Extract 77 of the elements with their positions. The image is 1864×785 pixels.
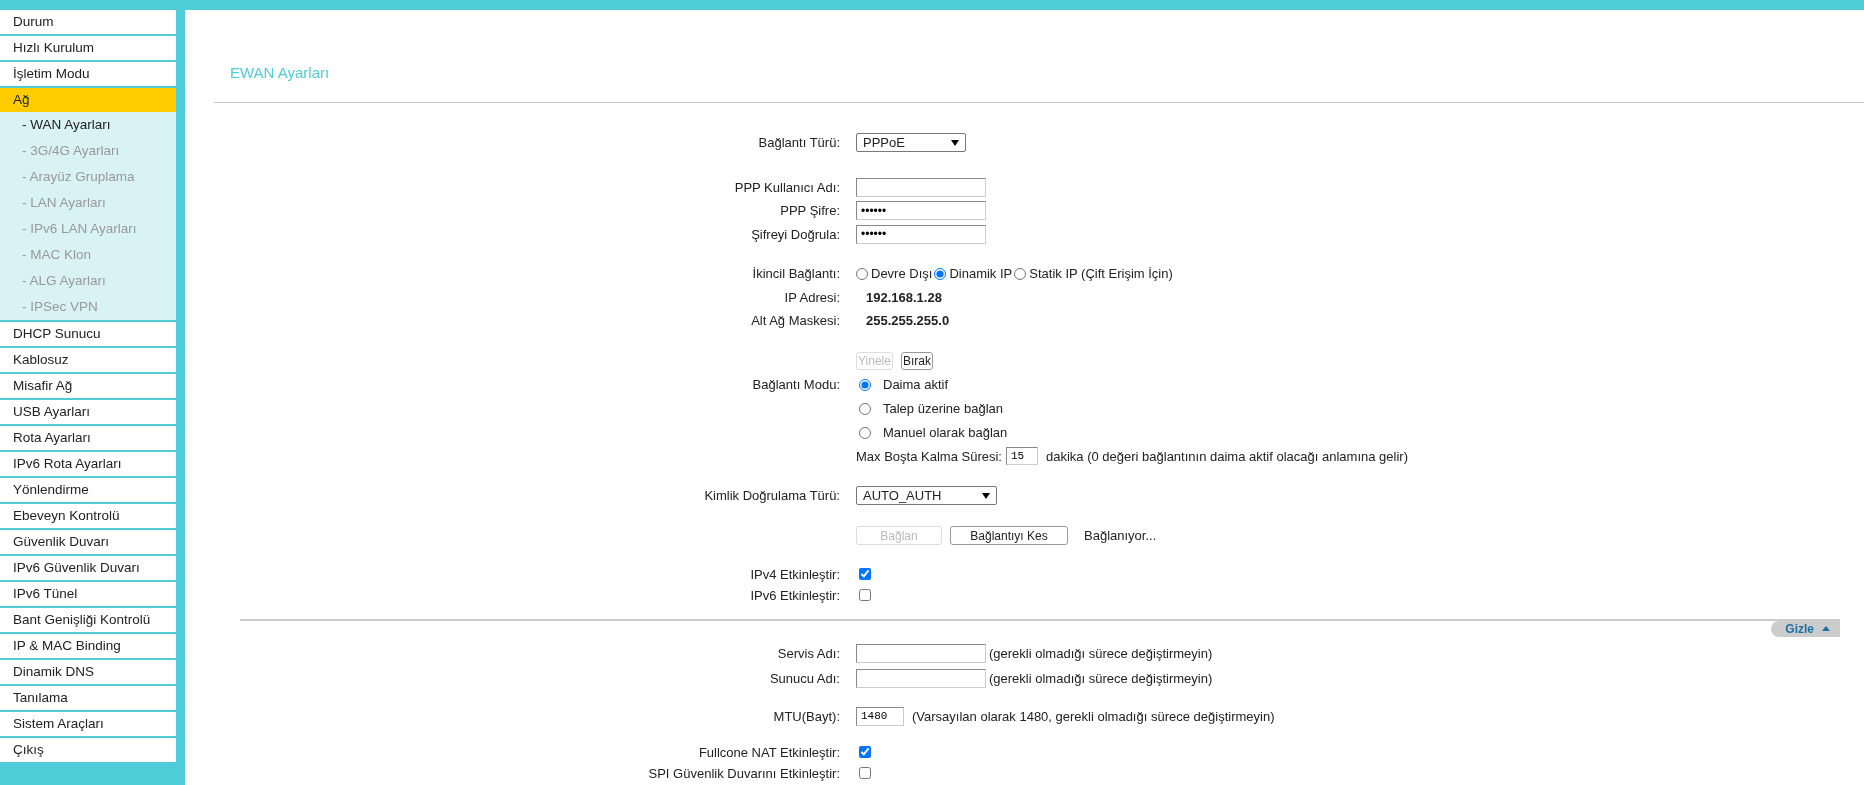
sidebar-item[interactable]: Yönlendirme	[0, 478, 176, 502]
field-label: Max Boşta Kalma Süresi:	[856, 448, 1002, 464]
sidebar-subitem[interactable]: - WAN Ayarları	[0, 112, 176, 138]
field-label: Servis Adı:	[777, 645, 840, 661]
radio-button[interactable]	[859, 426, 871, 439]
checkbox[interactable]	[859, 589, 871, 601]
radio-label: Manuel olarak bağlan	[883, 425, 1008, 440]
field-label: SPI Güvenlik Duvarını Etkinleştir:	[648, 765, 840, 781]
sidebar-item[interactable]: IPv6 Güvenlik Duvarı	[0, 556, 176, 580]
checkbox[interactable]	[859, 767, 871, 779]
radio-button[interactable]	[934, 267, 947, 280]
radio-button[interactable]	[1014, 267, 1027, 280]
sidebar-item[interactable]: Sistem Araçları	[0, 712, 176, 736]
sidebar-item[interactable]: Çıkış	[0, 738, 176, 762]
sidebar-item[interactable]: Ebeveyn Kontrolü	[0, 504, 176, 528]
field-label: IP Adresi:	[784, 289, 840, 305]
action-button[interactable]: Bağlantıyı Kes	[950, 526, 1068, 545]
sidebar-item[interactable]: USB Ayarları	[0, 400, 176, 424]
dropdown[interactable]: AUTO_AUTH	[856, 486, 997, 506]
value-text: 192.168.1.28	[866, 289, 942, 305]
value-text: 255.255.255.0	[866, 313, 950, 329]
sidebar-item[interactable]: Rota Ayarları	[0, 426, 176, 450]
field-label: PPP Şifre:	[780, 203, 840, 219]
sidebar-item[interactable]: Hızlı Kurulum	[0, 36, 176, 60]
hint-text: (gerekli olmadığı sürece değiştirmeyin)	[989, 645, 1213, 661]
sidebar-item[interactable]: DHCP Sunucu	[0, 322, 176, 346]
field-label: Bağlantı Modu:	[752, 376, 840, 392]
input-field[interactable]	[856, 668, 986, 688]
dropdown[interactable]: PPPoE	[856, 133, 966, 153]
page-title: EWAN Ayarları	[230, 64, 330, 81]
field-label: Kimlik Doğrulama Türü:	[704, 488, 840, 504]
radio-label: Talep üzerine bağlan	[883, 401, 1003, 416]
field-label: İkincil Bağlantı:	[752, 266, 840, 282]
input-field[interactable]	[856, 177, 986, 197]
field-label: IPv6 Etkinleştir:	[750, 587, 840, 603]
radio-label: Statik IP (Çift Erişim İçin)	[1029, 266, 1173, 282]
field-label: Şifreyi Doğrula:	[751, 226, 840, 242]
hint-text: (Varsayılan olarak 1480, gerekli olmadığı sürece değiştirmeyin)	[912, 708, 1275, 724]
sidebar-item[interactable]: Tanılama	[0, 686, 176, 710]
sidebar-item[interactable]: Misafir Ağ	[0, 374, 176, 398]
field-label: Fullcone NAT Etkinleştir:	[698, 744, 840, 760]
action-button[interactable]: Bırak	[900, 351, 933, 370]
sidebar-item[interactable]: Kablosuz	[0, 348, 176, 372]
checkbox[interactable]	[859, 568, 871, 580]
radio-button[interactable]	[856, 267, 868, 280]
field-label: MTU(Bayt):	[773, 708, 840, 724]
caret-up-icon	[1822, 626, 1830, 631]
input-field[interactable]: ••••••	[856, 201, 986, 221]
sidebar-item[interactable]: Ağ	[0, 88, 176, 112]
sidebar-item[interactable]: IPv6 Tünel	[0, 582, 176, 606]
caret-icon	[981, 492, 990, 499]
hint-text: (gerekli olmadığı sürece değiştirmeyin)	[989, 670, 1213, 686]
sidebar-item[interactable]: Bant Genişliği Kontrolü	[0, 608, 176, 632]
field-label: IPv4 Etkinleştir:	[750, 566, 840, 582]
input-field[interactable]: 1480	[856, 706, 904, 726]
caret-icon	[951, 139, 959, 146]
sidebar-item[interactable]: IPv6 Rota Ayarları	[0, 452, 176, 476]
field-label: Alt Ağ Maskesi:	[751, 313, 840, 329]
input-field[interactable]	[856, 643, 986, 663]
status-text: Bağlanıyor...	[1084, 528, 1157, 543]
field-label: Sunucu Adı:	[769, 670, 840, 686]
sidebar-item[interactable]: Durum	[0, 10, 176, 34]
radio-label: Daima aktif	[883, 377, 949, 392]
radio-button[interactable]	[859, 402, 871, 415]
radio-label: Dinamik IP	[949, 266, 1013, 282]
input-field[interactable]: 15	[1005, 447, 1038, 466]
field-label: PPP Kullanıcı Adı:	[734, 179, 840, 195]
radio-label: Devre Dışı	[871, 266, 933, 282]
hint-text: dakika (0 değeri bağlantının daima aktif olacağı anlamına gelir)	[1045, 448, 1408, 464]
input-field[interactable]: ••••••	[856, 224, 986, 244]
checkbox[interactable]	[859, 746, 871, 758]
radio-button[interactable]	[859, 378, 871, 391]
sidebar-item[interactable]: IP & MAC Binding	[0, 634, 176, 658]
sidebar-item[interactable]: Güvenlik Duvarı	[0, 530, 176, 554]
sidebar-item[interactable]: Dinamik DNS	[0, 660, 176, 684]
sidebar-item[interactable]: İşletim Modu	[0, 62, 176, 86]
field-label: Bağlantı Türü:	[758, 135, 840, 151]
